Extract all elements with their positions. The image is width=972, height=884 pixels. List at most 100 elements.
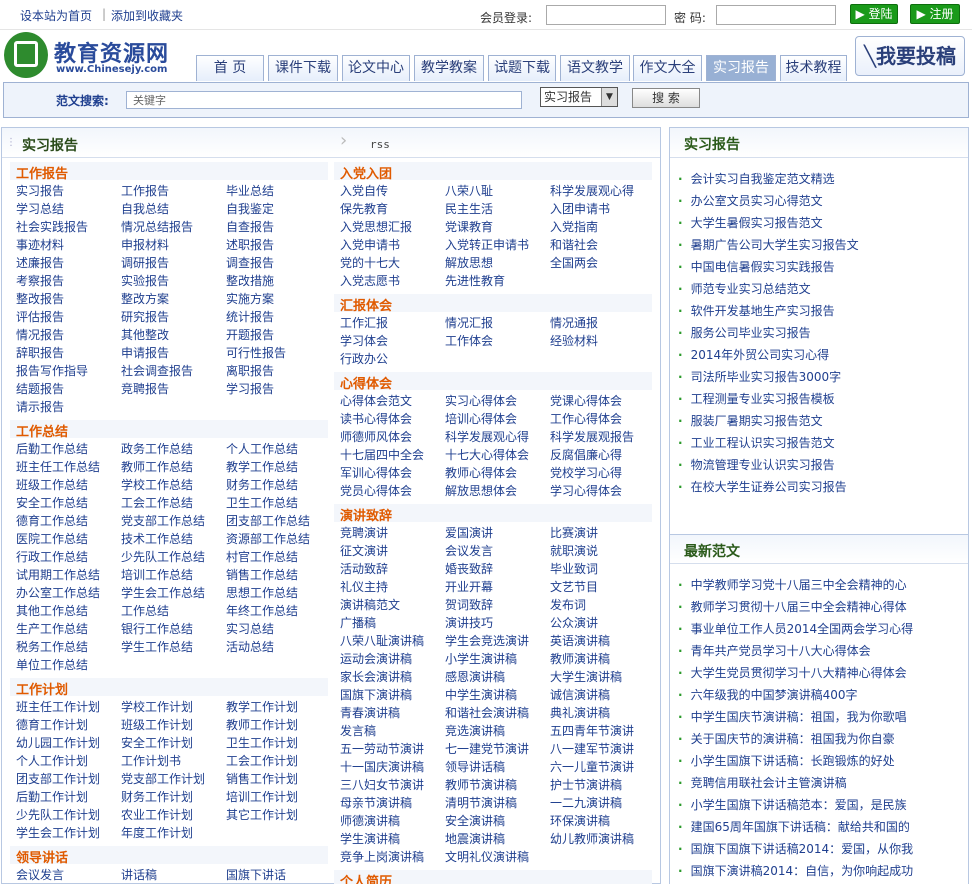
category-link[interactable]: 学校工作计划 — [121, 698, 193, 715]
category-link[interactable]: 典礼演讲稿 — [550, 704, 610, 721]
category-link[interactable]: 自我鉴定 — [226, 200, 274, 217]
category-link[interactable]: 事迹材料 — [16, 236, 64, 253]
category-link[interactable]: 开业开幕 — [445, 578, 493, 595]
article-link[interactable]: 竞聘信用联社会计主管演讲稿 — [678, 774, 966, 791]
section-title[interactable]: 工作计划 — [16, 679, 68, 698]
category-link[interactable]: 自我总结 — [121, 200, 169, 217]
category-link[interactable]: 演讲稿范文 — [340, 596, 400, 613]
category-link[interactable]: 试用期工作总结 — [16, 566, 100, 583]
category-link[interactable]: 个人工作总结 — [226, 440, 298, 457]
category-link[interactable]: 文艺节目 — [550, 578, 598, 595]
article-link[interactable]: 中学教师学习党十八届三中全会精神的心 — [678, 576, 966, 593]
category-link[interactable]: 资源部工作总结 — [226, 530, 310, 547]
article-link[interactable]: 国旗下演讲稿2014：自信，为你响起成功 — [678, 862, 966, 879]
category-link[interactable]: 学校工作总结 — [121, 476, 193, 493]
category-link[interactable]: 民主生活 — [445, 200, 493, 217]
category-link[interactable]: 班级工作计划 — [121, 716, 193, 733]
article-link[interactable]: 服装厂暑期实习报告范文 — [678, 412, 966, 429]
category-link[interactable]: 团支部工作计划 — [16, 770, 100, 787]
article-link[interactable]: 服务公司毕业实习报告 — [678, 324, 966, 341]
category-link[interactable]: 结题报告 — [16, 380, 64, 397]
category-link[interactable]: 一二九演讲稿 — [550, 794, 622, 811]
category-link[interactable]: 就职演说 — [550, 542, 598, 559]
search-button[interactable]: 搜 索 — [632, 88, 700, 108]
category-link[interactable]: 发言稿 — [340, 722, 376, 739]
category-link[interactable]: 五一劳动节演讲 — [340, 740, 424, 757]
category-link[interactable]: 十一国庆演讲稿 — [340, 758, 424, 775]
category-link[interactable]: 八荣八耻演讲稿 — [340, 632, 424, 649]
category-link[interactable]: 教师节演讲稿 — [445, 776, 517, 793]
category-link[interactable]: 情况通报 — [550, 314, 598, 331]
category-link[interactable]: 少先队工作计划 — [16, 806, 100, 823]
section-title[interactable]: 工作报告 — [16, 163, 68, 182]
category-link[interactable]: 工作报告 — [121, 182, 169, 199]
category-link[interactable]: 德育工作总结 — [16, 512, 88, 529]
category-link[interactable]: 比赛演讲 — [550, 524, 598, 541]
category-link[interactable]: 自查报告 — [226, 218, 274, 235]
category-link[interactable]: 培训工作计划 — [226, 788, 298, 805]
category-link[interactable]: 礼仪主持 — [340, 578, 388, 595]
category-link[interactable]: 入党转正申请书 — [445, 236, 529, 253]
category-link[interactable]: 先进性教育 — [445, 272, 505, 289]
category-link[interactable]: 行政办公 — [340, 350, 388, 367]
category-link[interactable]: 文明礼仪演讲稿 — [445, 848, 529, 865]
category-link[interactable]: 工作体会 — [445, 332, 493, 349]
category-link[interactable]: 学习报告 — [226, 380, 274, 397]
rss-link[interactable]: rss — [370, 138, 390, 151]
category-link[interactable]: 毕业致词 — [550, 560, 598, 577]
article-link[interactable]: 师范专业实习总结范文 — [678, 280, 966, 297]
category-link[interactable]: 三八妇女节演讲 — [340, 776, 424, 793]
category-link[interactable]: 中学生演讲稿 — [445, 686, 517, 703]
category-link[interactable]: 地震演讲稿 — [445, 830, 505, 847]
category-link[interactable]: 教师工作总结 — [121, 458, 193, 475]
category-link[interactable]: 请示报告 — [16, 398, 64, 415]
category-link[interactable]: 国旗下演讲稿 — [340, 686, 412, 703]
category-link[interactable]: 入党自传 — [340, 182, 388, 199]
category-link[interactable]: 实施方案 — [226, 290, 274, 307]
article-link[interactable]: 工业工程认识实习报告范文 — [678, 434, 966, 451]
article-link[interactable]: 教师学习贯彻十八届三中全会精神心得体 — [678, 598, 966, 615]
category-link[interactable]: 环保演讲稿 — [550, 812, 610, 829]
category-link[interactable]: 科学发展观心得 — [445, 428, 529, 445]
category-link[interactable]: 培训心得体会 — [445, 410, 517, 427]
category-link[interactable]: 学习总结 — [16, 200, 64, 217]
nav-tab[interactable]: 课件下载 — [268, 55, 338, 81]
category-link[interactable]: 演讲技巧 — [445, 614, 493, 631]
category-link[interactable]: 离职报告 — [226, 362, 274, 379]
category-link[interactable]: 研究报告 — [121, 308, 169, 325]
category-link[interactable]: 教学工作总结 — [226, 458, 298, 475]
article-link[interactable]: 司法所毕业实习报告3000字 — [678, 368, 966, 385]
article-link[interactable]: 中国电信暑假实习实践报告 — [678, 258, 966, 275]
category-link[interactable]: 活动总结 — [226, 638, 274, 655]
category-link[interactable]: 工作心得体会 — [550, 410, 622, 427]
category-link[interactable]: 其他工作总结 — [16, 602, 88, 619]
category-link[interactable]: 七一建党节演讲 — [445, 740, 529, 757]
article-link[interactable]: 关于国庆节的演讲稿：祖国我为你自豪 — [678, 730, 966, 747]
category-link[interactable]: 整改报告 — [16, 290, 64, 307]
category-link[interactable]: 诚信演讲稿 — [550, 686, 610, 703]
category-link[interactable]: 工作总结 — [121, 602, 169, 619]
password-input[interactable] — [716, 5, 836, 25]
category-link[interactable]: 班主任工作总结 — [16, 458, 100, 475]
category-link[interactable]: 活动致辞 — [340, 560, 388, 577]
category-link[interactable]: 领导讲话稿 — [445, 758, 505, 775]
category-link[interactable]: 学生工作总结 — [121, 638, 193, 655]
category-link[interactable]: 母亲节演讲稿 — [340, 794, 412, 811]
category-link[interactable]: 医院工作总结 — [16, 530, 88, 547]
category-link[interactable]: 其他整改 — [121, 326, 169, 343]
category-link[interactable]: 教师心得体会 — [445, 464, 517, 481]
category-link[interactable]: 科学发展观报告 — [550, 428, 634, 445]
category-link[interactable]: 婚丧致辞 — [445, 560, 493, 577]
category-link[interactable]: 农业工作计划 — [121, 806, 193, 823]
category-link[interactable]: 述职报告 — [226, 236, 274, 253]
category-link[interactable]: 政务工作总结 — [121, 440, 193, 457]
category-link[interactable]: 申请报告 — [121, 344, 169, 361]
article-link[interactable]: 2014年外贸公司实习心得 — [678, 346, 966, 363]
article-link[interactable]: 物流管理专业认识实习报告 — [678, 456, 966, 473]
article-link[interactable]: 建国65周年国旗下讲话稿：献给共和国的 — [678, 818, 966, 835]
category-link[interactable]: 读书心得体会 — [340, 410, 412, 427]
nav-tab[interactable]: 试题下载 — [488, 55, 556, 81]
category-link[interactable]: 经验材料 — [550, 332, 598, 349]
article-link[interactable]: 软件开发基地生产实习报告 — [678, 302, 966, 319]
category-link[interactable]: 班主任工作计划 — [16, 698, 100, 715]
